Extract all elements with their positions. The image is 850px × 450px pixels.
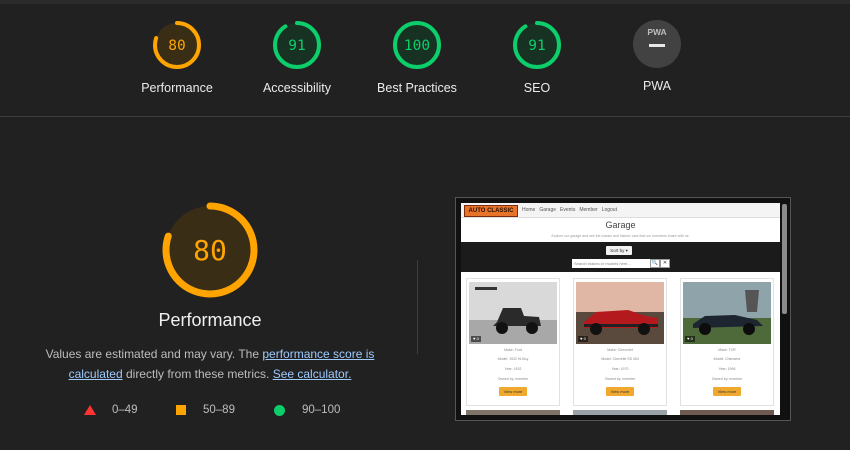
garage-search-input: Search makes or models here... <box>572 259 650 268</box>
nav-member: Member <box>579 207 598 213</box>
gauge-label-performance: Performance <box>141 81 213 95</box>
garage-subtitle: Explore our garage and see the classic a… <box>551 234 690 238</box>
divider <box>417 260 418 354</box>
performance-description: Values are estimated and may vary. The p… <box>40 344 380 384</box>
nav-events: Events <box>560 207 576 213</box>
desc-text-2: directly from these metrics. <box>122 367 273 381</box>
view-more-button: View more <box>499 387 527 396</box>
gauge-label-accessibility: Accessibility <box>262 81 332 95</box>
car-card: ♥ 0 Make: Chevrolet Model: Chevelle SS 4… <box>573 278 667 406</box>
search-icon: 🔍 <box>650 259 660 268</box>
performance-title: Performance <box>158 310 262 330</box>
legend-range-average: 50–89 <box>203 404 235 416</box>
see-calculator-link[interactable]: See calculator. <box>273 367 352 381</box>
pwa-badge-icon: PWA <box>633 20 681 68</box>
performance-big-score: 80 <box>193 234 227 267</box>
gauge-score-accessibility: 91 <box>288 38 305 54</box>
view-more-button: View more <box>713 387 741 396</box>
card-model: Model: Chevelle SS 454 <box>601 357 639 361</box>
card-badge: ♥ 0 <box>471 336 481 342</box>
legend-range-pass: 90–100 <box>302 404 341 416</box>
card-owner: Owned by: member <box>604 377 636 381</box>
gauge-pwa[interactable]: PWA PWA <box>602 20 712 93</box>
gauge-best-practices[interactable]: 100 Best Practices <box>362 20 472 95</box>
best-practices-gauge-icon: 100 <box>393 21 441 69</box>
card-make: Make: Chevrolet <box>607 348 633 352</box>
pwa-badge-text: PWA <box>647 27 667 37</box>
nav-logout: Logout <box>601 207 617 213</box>
performance-big-gauge-icon: 80 <box>162 202 258 298</box>
car-card: ♥ 0 Make: TVR Model: Chimaera Year: 1996… <box>680 278 774 406</box>
nav-garage: Garage <box>539 207 557 213</box>
card-badge: ♥ 0 <box>685 336 695 342</box>
gauge-score-seo: 91 <box>528 38 545 54</box>
garage-title: Garage <box>605 220 636 230</box>
gauge-score-performance: 80 <box>168 38 185 54</box>
car-photo-chevrolet: ♥ 0 <box>576 282 664 344</box>
card-model: Model: Chimaera <box>713 357 741 361</box>
gauge-seo[interactable]: 91 SEO <box>482 20 592 95</box>
gauge-score-best-practices: 100 <box>404 38 430 54</box>
nav-home: Home <box>522 207 536 213</box>
final-screenshot[interactable]: AUTO CLASSIC Home Garage Events Member Logou… <box>455 197 791 421</box>
car-card: ♥ 0 Make: Ford Model: 1932 Hi-Boy Year: … <box>466 278 560 406</box>
card-make: Make: Ford <box>504 348 522 352</box>
gauge-accessibility[interactable]: 91 Accessibility <box>242 20 352 95</box>
gauge-label-pwa: PWA <box>642 79 671 93</box>
card-year: Year: 1932 <box>504 367 522 371</box>
next-card-row <box>466 410 560 415</box>
site-logo: AUTO CLASSIC <box>464 205 518 217</box>
orange-square-icon <box>176 405 186 415</box>
site-nav-links: Home Garage Events Member Logout <box>522 205 621 215</box>
score-gauges-header: 80 Performance 91 Accessibility 100 Best… <box>0 0 850 117</box>
green-circle-icon <box>274 405 285 416</box>
view-more-button: View more <box>606 387 634 396</box>
card-year: Year: 1970 <box>611 367 629 371</box>
gauge-label-best-practices: Best Practices <box>377 81 457 95</box>
sort-by-dropdown: Sort by ▾ <box>606 246 632 255</box>
accessibility-gauge-icon: 91 <box>273 21 321 69</box>
performance-gauge-icon: 80 <box>153 21 201 69</box>
seo-gauge-icon: 91 <box>513 21 561 69</box>
desc-text-1: Values are estimated and may vary. The <box>45 347 263 361</box>
card-model: Model: 1932 Hi-Boy <box>497 357 529 361</box>
score-legend: 0–49 50–89 90–100 <box>84 402 374 418</box>
card-year: Year: 1996 <box>718 367 736 371</box>
car-photo-ford: ♥ 0 <box>469 282 557 344</box>
screenshot-page: AUTO CLASSIC Home Garage Events Member Logou… <box>461 203 780 415</box>
legend-range-fail: 0–49 <box>112 404 138 416</box>
performance-summary: 80 Performance <box>40 200 380 331</box>
card-badge: ♥ 0 <box>578 336 588 342</box>
card-owner: Owned by: member <box>497 377 529 381</box>
gauge-performance[interactable]: 80 Performance <box>122 20 232 95</box>
red-triangle-icon <box>84 405 96 415</box>
card-owner: Owned by: member <box>711 377 743 381</box>
card-make: Make: TVR <box>718 348 736 352</box>
clear-icon: ✕ <box>660 259 670 268</box>
screenshot-scrollbar <box>782 204 787 314</box>
site-navbar: AUTO CLASSIC Home Garage Events Member Logou… <box>461 203 780 218</box>
pwa-dash <box>649 44 665 47</box>
next-card-row <box>680 410 774 415</box>
next-card-row <box>573 410 667 415</box>
gauge-label-seo: SEO <box>523 81 551 95</box>
car-photo-tvr: ♥ 0 <box>683 282 771 344</box>
